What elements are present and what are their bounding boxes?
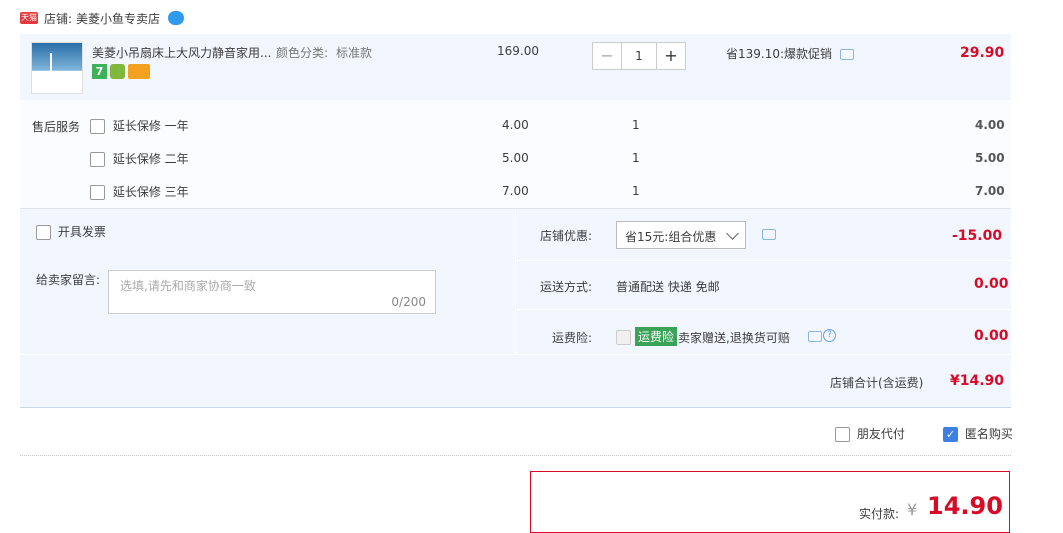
coupon-select[interactable]: 省15元:组合优惠	[616, 221, 746, 249]
row-divider	[20, 354, 1011, 355]
insurance-message-icon[interactable]	[808, 331, 822, 342]
friend-pay-checkbox[interactable]	[835, 427, 850, 442]
insurance-amount: 0.00	[974, 328, 1009, 344]
insurance-desc: 卖家赠送,退换货可赔	[678, 331, 790, 345]
invoice-option: 开具发票	[36, 223, 106, 240]
service-2yr-price: 5.00	[502, 151, 529, 165]
chat-icon[interactable]	[168, 11, 185, 25]
service-3yr-name: 延长保修 三年	[112, 185, 189, 199]
coupon-selected: 省15元:组合优惠	[625, 230, 717, 244]
quantity-input[interactable]: 1	[622, 42, 656, 70]
message-placeholder: 选填,请先和商家协商一致	[120, 279, 256, 293]
shipping-value: 普通配送 快递 免邮	[616, 280, 720, 294]
credit-card-icon	[128, 64, 150, 79]
shipping-amount: 0.00	[974, 276, 1009, 292]
quantity-minus-button[interactable]: −	[592, 42, 622, 70]
seller-message-input[interactable]: 选填,请先和商家协商一致 0/200	[108, 270, 436, 314]
spec-value: 标准款	[336, 46, 373, 60]
service-1yr-price: 4.00	[502, 118, 529, 132]
coupon-amount: -15.00	[952, 228, 1003, 244]
quantity-stepper: − 1 +	[592, 42, 686, 70]
service-3yr-price: 7.00	[502, 184, 529, 198]
payment-amount: 14.90	[927, 492, 1003, 520]
row-divider	[516, 309, 1011, 310]
row-divider	[516, 260, 1011, 261]
anonymous-checkbox[interactable]: ✓	[943, 427, 958, 442]
service-2yr-name: 延长保修 二年	[112, 152, 189, 166]
payment-summary: 实付款: ¥ 14.90	[530, 471, 1010, 533]
spec-label: 颜色分类:	[276, 46, 329, 60]
service-label: 售后服务	[32, 120, 81, 134]
service-1yr-total: 4.00	[975, 118, 1005, 132]
anonymous-option: ✓ 匿名购买	[943, 425, 1013, 442]
anonymous-label: 匿名购买	[964, 427, 1013, 441]
service-2yr-checkbox[interactable]	[90, 152, 105, 167]
coupon-message-icon[interactable]	[762, 229, 776, 240]
shop-header: 天猫 店铺: 美菱小鱼专卖店	[20, 8, 185, 28]
column-divider	[515, 209, 516, 354]
promo-text: 省139.10:爆款促销	[726, 47, 833, 61]
invoice-checkbox[interactable]	[36, 225, 51, 240]
service-option-2yr: 延长保修 二年	[90, 150, 189, 167]
message-counter: 0/200	[391, 295, 426, 309]
warranty-shield-icon	[110, 64, 125, 79]
payment-label: 实付款:	[859, 507, 900, 521]
unit-price: 169.00	[497, 44, 539, 58]
promo-message-icon[interactable]	[840, 49, 854, 60]
service-2yr-qty: 1	[632, 151, 640, 165]
product-row: 美菱小吊扇床上大风力静音家用... 7 颜色分类: 标准款 169.00 − 1…	[20, 34, 1011, 100]
item-total: 29.90	[960, 45, 1005, 61]
order-item-panel: 美菱小吊扇床上大风力静音家用... 7 颜色分类: 标准款 169.00 − 1…	[20, 34, 1011, 209]
insurance-checkbox	[616, 330, 631, 345]
service-option-3yr: 延长保修 三年	[90, 183, 189, 200]
service-3yr-qty: 1	[632, 184, 640, 198]
help-icon[interactable]: ?	[823, 329, 836, 342]
service-1yr-qty: 1	[632, 118, 640, 132]
service-1yr-checkbox[interactable]	[90, 119, 105, 134]
insurance-tag: 运费险	[635, 327, 678, 346]
seven-day-return-icon: 7	[92, 64, 107, 79]
subtotal-label: 店铺合计(含运费)	[830, 376, 924, 390]
divider	[20, 455, 1011, 456]
service-option-1yr: 延长保修 一年	[90, 117, 189, 134]
shipping-label: 运送方式:	[540, 280, 593, 294]
product-tags: 7	[92, 64, 150, 79]
invoice-label: 开具发票	[57, 225, 106, 239]
friend-pay-option: 朋友代付	[835, 425, 905, 442]
service-3yr-total: 7.00	[975, 184, 1005, 198]
order-options-panel: 开具发票 给卖家留言: 选填,请先和商家协商一致 0/200 店铺优惠: 省15…	[20, 209, 1011, 408]
insurance-label: 运费险:	[552, 331, 593, 345]
shop-label: 店铺:	[44, 11, 73, 26]
payment-currency: ¥	[907, 500, 918, 519]
quantity-plus-button[interactable]: +	[656, 42, 686, 70]
product-title[interactable]: 美菱小吊扇床上大风力静音家用...	[92, 44, 271, 61]
service-2yr-total: 5.00	[975, 151, 1005, 165]
message-label: 给卖家留言:	[36, 273, 101, 287]
chevron-down-icon	[726, 227, 739, 240]
service-1yr-name: 延长保修 一年	[112, 119, 189, 133]
shop-name[interactable]: 美菱小鱼专卖店	[76, 10, 160, 27]
product-thumbnail[interactable]	[31, 42, 83, 94]
coupon-label: 店铺优惠:	[540, 229, 593, 243]
subtotal-amount: ¥14.90	[950, 373, 1005, 389]
friend-pay-label: 朋友代付	[856, 427, 905, 441]
tmall-logo-icon: 天猫	[20, 12, 38, 24]
service-3yr-checkbox[interactable]	[90, 185, 105, 200]
